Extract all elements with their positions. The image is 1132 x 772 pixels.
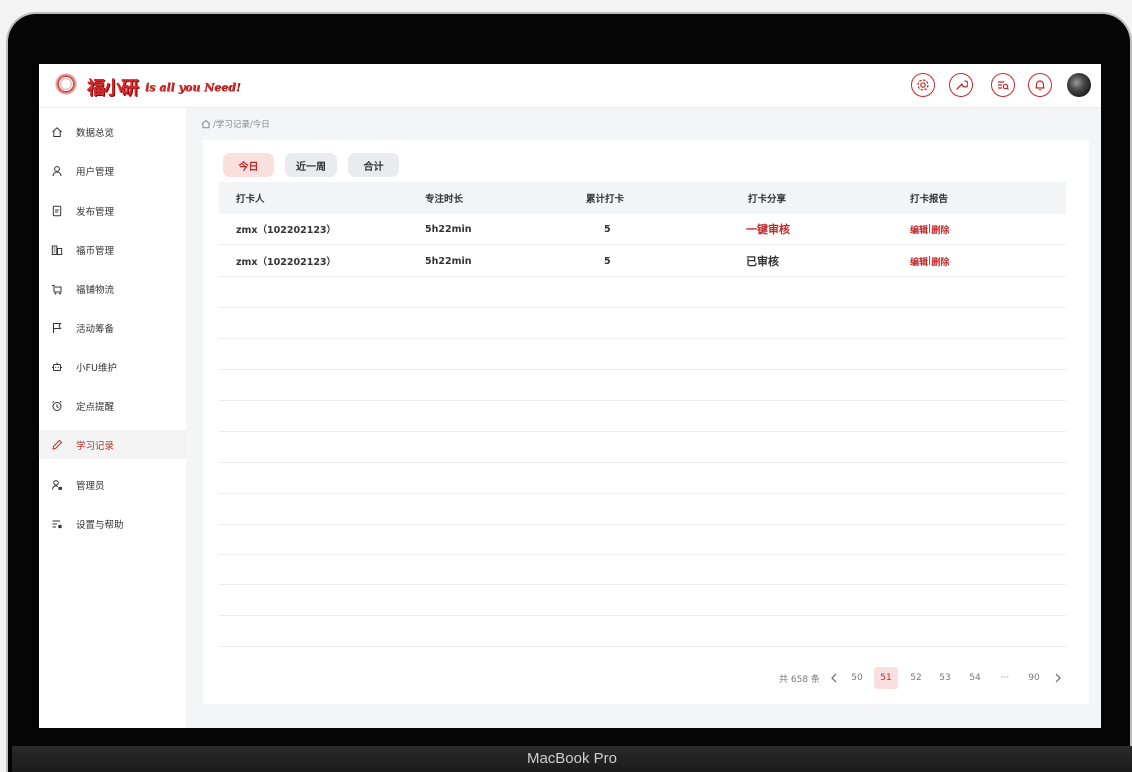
cell-name: zmx（102202123） [236,225,337,236]
sidebar-item-label: 定点提醒 [76,401,115,413]
flag-icon [51,322,63,334]
column-header-duration[interactable]: 专注时长 [425,182,463,214]
cell-duration: 5h22min [425,255,472,267]
column-header-share[interactable]: 打卡分享 [748,182,786,214]
sidebar-item-label: 管理员 [76,480,105,492]
bell-icon[interactable] [1028,73,1052,97]
empty-row [219,524,1066,555]
pagination-total: 共 658 条 [779,674,820,685]
settings-icon[interactable] [911,73,935,97]
sidebar-item-label: 发布管理 [76,206,115,218]
settings-help-icon [51,518,63,530]
sidebar-item-publish[interactable]: 发布管理 [39,196,186,225]
delete-link[interactable]: 删除 [931,255,949,268]
edit-link[interactable]: 编辑 [910,255,928,268]
sidebar-item-settings-help[interactable]: 设置与帮助 [39,509,186,538]
cart-icon [51,283,63,295]
sidebar-item-label: 学习记录 [76,440,115,452]
user-avatar[interactable] [1067,73,1091,97]
sidebar-item-admin[interactable]: 管理员 [39,470,186,499]
table-row: zmx（102202123） 5h22min 5 已审核 编辑 | 删除 [219,246,1066,277]
device-label: MacBook Pro [12,746,1132,772]
page-button-current[interactable]: 51 [874,667,898,689]
empty-row [219,308,1066,339]
pencil-icon [51,439,63,451]
column-header-report[interactable]: 打卡报告 [910,182,948,214]
column-header-count[interactable]: 累计打卡 [586,182,624,214]
page-ellipsis[interactable]: ··· [993,667,1017,689]
document-icon [51,205,63,217]
logo-slogan: is all you Need! [145,81,241,94]
review-button[interactable]: 一键审核 [746,214,790,244]
wrench-icon[interactable] [949,73,973,97]
sidebar-item-logistics[interactable]: 福铺物流 [39,274,186,303]
empty-row [219,554,1066,585]
cell-duration: 5h22min [425,223,472,235]
report-actions: 编辑 | 删除 [910,214,949,244]
sidebar-item-label: 用户管理 [76,166,115,178]
tab-week[interactable]: 近一周 [285,153,337,177]
empty-row [219,616,1066,647]
logo-title: 福小研 [87,78,139,99]
page-button[interactable]: 54 [963,667,987,689]
empty-row [219,277,1066,308]
empty-row [219,401,1066,432]
home-icon[interactable] [201,119,211,129]
empty-row [219,494,1066,525]
empty-row [219,432,1066,463]
edit-link[interactable]: 编辑 [910,223,928,236]
empty-row [219,463,1066,494]
coins-icon [51,244,63,256]
page-button[interactable]: 52 [904,667,928,689]
sidebar-item-label: 福币管理 [76,245,115,257]
column-header-name[interactable]: 打卡人 [236,182,265,214]
prev-page-icon[interactable] [822,667,846,689]
sidebar-item-label: 数据总览 [76,127,115,139]
search-list-icon[interactable] [991,73,1015,97]
sidebar-item-label: 小FU维护 [76,362,117,374]
tab-today[interactable]: 今日 [223,153,274,177]
logo-emblem-icon [55,73,77,95]
cell-name: zmx（102202123） [236,257,337,268]
sidebar-item-overview[interactable]: 数据总览 [39,117,186,146]
table-row: zmx（102202123） 5h22min 5 一键审核 编辑 | 删除 [219,214,1066,245]
top-header: 福小研 is all you Need! [39,64,1101,108]
admin-icon [51,479,63,491]
sidebar-item-label: 活动筹备 [76,323,115,335]
breadcrumb: /学习记录/今日 [201,118,270,130]
table-header: 打卡人 专注时长 累计打卡 打卡分享 打卡报告 [219,182,1066,214]
alarm-icon [51,400,63,412]
cell-count: 5 [604,223,611,235]
robot-icon [51,361,63,373]
sidebar-item-bot[interactable]: 小FU维护 [39,352,186,381]
app-screen: 福小研 is all you Need! 数据总览 用户管理 发布管理 福币管理… [39,64,1101,728]
breadcrumb-path[interactable]: /学习记录/今日 [213,118,270,130]
page-button[interactable]: 53 [933,667,957,689]
sidebar-item-study-records[interactable]: 学习记录 [39,430,186,459]
sidebar-item-label: 设置与帮助 [76,519,124,531]
user-icon [51,165,63,177]
home-icon [51,126,63,138]
sidebar-item-coins[interactable]: 福币管理 [39,235,186,264]
tab-total[interactable]: 合计 [348,153,399,177]
sidebar-item-label: 福铺物流 [76,284,115,296]
next-page-icon[interactable] [1046,667,1070,689]
sidebar-item-users[interactable]: 用户管理 [39,156,186,185]
status-reviewed: 已审核 [746,255,779,268]
empty-row [219,339,1066,370]
sidebar: 数据总览 用户管理 发布管理 福币管理 福铺物流 活动筹备 小FU维护 定点提醒… [39,108,186,728]
page-button[interactable]: 90 [1022,667,1046,689]
empty-row [219,370,1066,401]
delete-link[interactable]: 删除 [931,223,949,236]
empty-row [219,585,1066,616]
report-actions: 编辑 | 删除 [910,246,949,276]
sidebar-item-reminder[interactable]: 定点提醒 [39,391,186,420]
sidebar-item-events[interactable]: 活动筹备 [39,313,186,342]
cell-count: 5 [604,255,611,267]
page-button[interactable]: 50 [845,667,869,689]
